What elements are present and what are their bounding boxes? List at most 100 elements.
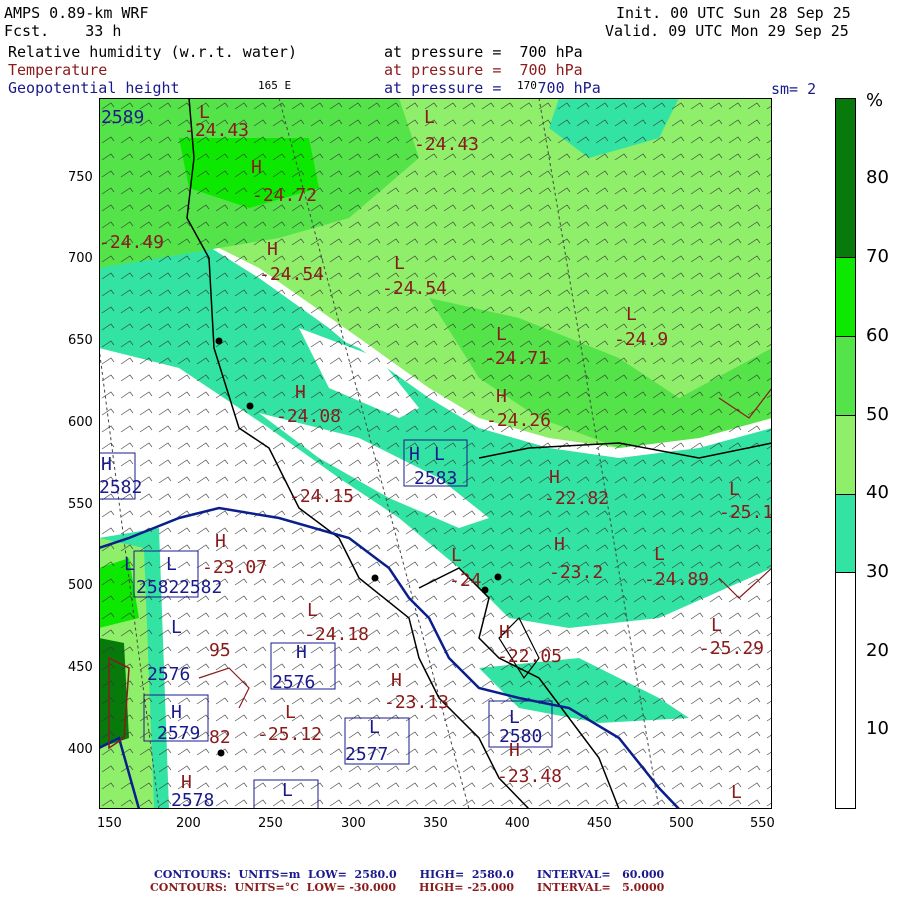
colorbar-label: 70	[866, 246, 889, 267]
height-label: 2576	[272, 672, 315, 693]
low-marker: L	[451, 545, 462, 566]
temp-label: -25.1	[719, 502, 772, 523]
high-marker: H	[295, 382, 306, 403]
low-marker: L	[424, 107, 435, 128]
footer-temp-contours: CONTOURS: UNITS=°C LOW= -30.000 HIGH= -2…	[150, 881, 665, 894]
height-label: 2582	[136, 577, 179, 598]
level-rh: at pressure = 700 hPa	[384, 43, 583, 61]
temp-label: -24.49	[99, 232, 164, 253]
low-marker: L	[285, 702, 296, 723]
temp-label: 95	[209, 640, 231, 661]
temp-label: -24.89	[644, 569, 709, 590]
x-tick: 150	[97, 816, 122, 831]
low-marker: L	[711, 615, 722, 636]
temp-label: -24.15	[289, 486, 354, 507]
field-height-label: Geopotential height	[8, 79, 180, 97]
temp-label: -22.82	[544, 488, 609, 509]
temp-label: -25.12	[257, 724, 322, 745]
temp-label: -24.43	[184, 120, 249, 141]
temp-label: -23.48	[497, 766, 562, 787]
height-label: 2579	[157, 723, 200, 744]
high-marker: H	[391, 670, 402, 691]
height-label: 2580	[499, 726, 542, 747]
x-tick: 450	[587, 816, 612, 831]
temp-label: -25.29	[699, 638, 764, 659]
colorbar-label: 80	[866, 167, 889, 188]
forecast-hour: Fcst. 33 h	[4, 22, 122, 40]
high-marker: H	[101, 454, 112, 475]
y-tick: 400	[68, 742, 93, 757]
temp-label: -22.05	[497, 646, 562, 667]
high-marker: H	[554, 534, 565, 555]
temp-label: -24.72	[252, 185, 317, 206]
y-tick: 600	[68, 415, 93, 430]
low-marker: L	[729, 479, 740, 500]
low-marker: L	[171, 617, 182, 638]
level-height: at pressure = 700 hPa	[384, 79, 601, 97]
height-label: 2582	[99, 477, 142, 498]
low-marker: L	[509, 707, 520, 728]
temp-label: -23.2	[549, 562, 603, 583]
temp-label: -24.54	[382, 278, 447, 299]
high-marker: H	[499, 622, 510, 643]
model-title: AMPS 0.89-km WRF	[4, 4, 149, 22]
valid-time: Valid. 09 UTC Mon 29 Sep 25	[605, 22, 849, 40]
temp-label: -24.26	[486, 410, 551, 431]
field-rh-label: Relative humidity (w.r.t. water)	[8, 43, 297, 61]
low-marker: L	[369, 717, 380, 738]
temp-label: -24.9	[614, 329, 668, 350]
temp-label: -24.08	[276, 406, 341, 427]
x-tick: 500	[669, 816, 694, 831]
temp-label: -23.07	[202, 557, 267, 578]
low-marker: L	[166, 554, 177, 575]
low-marker: L	[394, 253, 405, 274]
low-marker: L	[654, 544, 665, 565]
high-marker: H	[215, 531, 226, 552]
x-tick: 350	[423, 816, 448, 831]
low-marker: L	[434, 444, 445, 465]
y-tick: 750	[68, 170, 93, 185]
high-marker: H	[549, 467, 560, 488]
colorbar-unit: %	[866, 90, 884, 111]
height-label: 2589	[101, 107, 144, 128]
low-marker: L	[199, 102, 210, 123]
y-tick: 500	[68, 578, 93, 593]
high-marker: H	[267, 239, 278, 260]
colorbar-label: 30	[866, 561, 889, 582]
temp-label: -23.13	[384, 692, 449, 713]
high-marker: H	[251, 157, 262, 178]
low-marker: L	[124, 554, 135, 575]
high-marker: H	[496, 386, 507, 407]
colorbar-label: 50	[866, 404, 889, 425]
low-marker: L	[496, 324, 507, 345]
x-tick: 300	[341, 816, 366, 831]
low-marker: L	[626, 304, 637, 325]
low-marker: L	[282, 780, 293, 801]
field-temp-label: Temperature	[8, 61, 108, 79]
high-marker: H	[171, 702, 182, 723]
height-label: 2577	[345, 744, 388, 765]
temp-label: -24.54	[259, 264, 324, 285]
x-tick: 250	[258, 816, 283, 831]
colorbar-label: 60	[866, 325, 889, 346]
y-tick: 550	[68, 497, 93, 512]
low-marker: L	[307, 600, 318, 621]
colorbar-label: 40	[866, 482, 889, 503]
meridian-label-170: 170	[517, 79, 537, 92]
high-marker: H	[409, 444, 420, 465]
high-marker: H	[296, 642, 307, 663]
temp-label: 82	[209, 727, 231, 748]
level-temp: at pressure = 700 hPa	[384, 61, 583, 79]
init-time: Init. 00 UTC Sun 28 Sep 25	[616, 4, 851, 22]
meridian-label-165: 165 E	[258, 79, 292, 92]
y-tick: 450	[68, 660, 93, 675]
colorbar-label: 10	[866, 718, 889, 739]
height-label: 2583	[414, 468, 457, 489]
temp-label: -24.18	[304, 624, 369, 645]
low-marker: L	[731, 782, 742, 803]
temp-label: -24	[449, 570, 482, 591]
footer-height-contours: CONTOURS: UNITS=m LOW= 2580.0 HIGH= 2580…	[154, 868, 665, 881]
height-label: 2578	[171, 790, 214, 809]
x-tick: 400	[505, 816, 530, 831]
temp-label: -24.43	[414, 134, 479, 155]
